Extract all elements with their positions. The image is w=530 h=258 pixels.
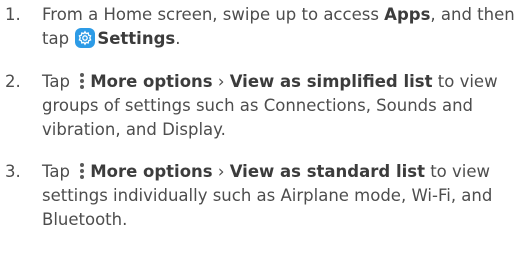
- step-text: Tap More options › View as simplified li…: [42, 70, 524, 142]
- step-number: 1.: [5, 5, 21, 24]
- settings-gear-icon: [75, 28, 96, 48]
- settings-label: Settings: [97, 29, 176, 48]
- apps-label: Apps: [384, 5, 431, 24]
- step-2-text-a: Tap: [42, 72, 76, 91]
- step-1-text-c: .: [175, 29, 181, 48]
- more-options-icon: [79, 72, 85, 90]
- step-1-text-a: From a Home screen, swipe up to access: [42, 5, 385, 24]
- step-text: Tap More options › View as standard list…: [42, 160, 524, 232]
- instruction-list: 1. From a Home screen, swipe up to acces…: [0, 0, 530, 258]
- step-text: From a Home screen, swipe up to access A…: [42, 3, 524, 51]
- separator: ›: [212, 72, 230, 91]
- separator: ›: [212, 162, 230, 181]
- more-options-label: More options: [90, 162, 213, 181]
- step-number: 3.: [5, 162, 21, 181]
- more-options-label: More options: [90, 72, 213, 91]
- standard-list-label: View as standard list: [229, 162, 425, 181]
- step-3-text-a: Tap: [42, 162, 76, 181]
- simplified-list-label: View as simplified list: [229, 72, 433, 91]
- more-options-icon: [79, 162, 85, 180]
- step-number: 2.: [5, 72, 21, 91]
